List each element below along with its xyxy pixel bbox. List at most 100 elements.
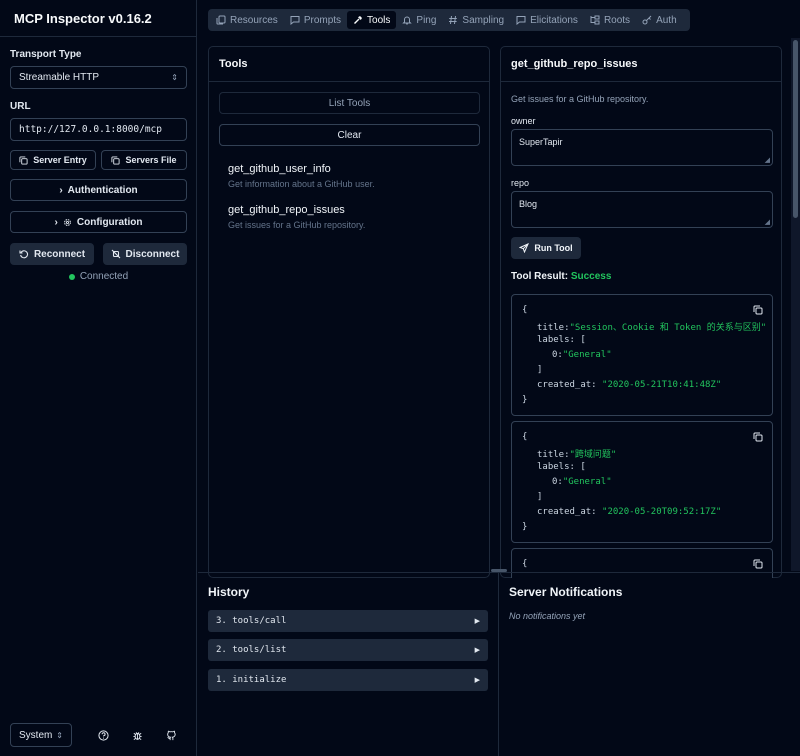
json-key: 0: [552,350,563,360]
server-entry-label: Server Entry [33,155,87,165]
json-bracket: [ [580,335,586,345]
configuration-toggle[interactable]: › Configuration [10,211,187,233]
transport-type-value: Streamable HTTP [19,72,100,83]
history-item[interactable]: 1. initialize ▶ [208,669,488,691]
theme-select[interactable]: System ⇕ [10,723,72,747]
tab-resources[interactable]: Resources [210,11,284,29]
bug-icon[interactable] [129,727,145,743]
json-line-labels: labels: [ [537,462,586,472]
chevron-up-down-icon: ⇕ [56,730,63,740]
json-value: "General" [562,477,612,487]
json-key: created_at: [537,507,597,517]
unplug-icon [111,249,120,259]
caret-right-icon: ▶ [474,677,480,684]
tab-roots[interactable]: Roots [584,11,636,29]
chevron-up-down-icon: ⇕ [171,73,178,82]
authentication-label: Authentication [67,184,138,196]
history-title: History [208,585,250,599]
tools-panel-title: Tools [209,47,489,82]
tab-label: Resources [230,14,278,26]
copy-icon[interactable] [753,558,763,572]
tool-result-heading: Tool Result: Success [511,271,611,282]
run-tool-button[interactable]: Run Tool [511,237,581,259]
tab-tools[interactable]: Tools [347,11,397,29]
copy-icon[interactable] [753,304,763,318]
tools-panel: Tools List Tools Clear get_github_user_i… [208,46,490,578]
server-notifications-panel: Server Notifications No notifications ye… [499,572,800,756]
json-key: created_at: [537,380,597,390]
gear-icon [63,218,71,226]
json-key: labels: [537,462,575,472]
files-icon [216,15,226,25]
tab-prompts[interactable]: Prompts [284,11,347,29]
connection-status: Connected [0,271,197,282]
theme-value: System [19,729,53,741]
copy-icon [111,155,121,165]
rotate-ccw-icon [19,250,28,259]
page-scrollbar[interactable] [791,38,800,571]
tab-elicitations[interactable]: Elicitations [510,11,584,29]
tool-list-item[interactable]: get_github_user_info Get information abo… [228,163,375,189]
servers-file-label: Servers File [125,155,177,165]
reconnect-label: Reconnect [33,248,86,260]
tab-label: Elicitations [530,14,578,26]
tab-sampling[interactable]: Sampling [442,11,510,29]
copy-icon[interactable] [753,431,763,445]
json-brace: { [522,432,528,442]
sidebar-footer: System ⇕ [0,723,197,748]
resize-grip-icon[interactable]: ◢ [765,218,770,226]
list-tools-label: List Tools [328,97,371,109]
repo-input[interactable]: Blog ◢ [511,191,773,228]
notifications-empty-text: No notifications yet [509,611,586,621]
tab-label: Prompts [303,14,342,26]
tab-label: Ping [416,14,437,26]
status-text: Connected [79,271,129,282]
run-tool-label: Run Tool [534,243,573,253]
json-line-created: created_at: "2020-05-21T10:41:48Z" [537,380,721,390]
help-icon[interactable] [95,727,111,743]
reconnect-button[interactable]: Reconnect [10,243,94,265]
owner-value: SuperTapir [519,137,563,147]
url-label: URL [10,101,31,112]
list-tools-button[interactable]: List Tools [219,92,480,114]
tab-label: Auth [656,14,677,26]
copy-icon [19,155,28,165]
url-input[interactable]: http://127.0.0.1:8000/mcp [10,118,187,141]
json-line-created: created_at: "2020-05-20T09:52:17Z" [537,507,721,517]
json-bracket: [ [580,462,586,472]
history-item[interactable]: 3. tools/call ▶ [208,610,488,632]
resize-grip-icon[interactable]: ◢ [765,156,770,164]
tab-auth[interactable]: Auth [636,11,683,29]
chevron-right-icon: › [59,184,63,196]
transport-type-select[interactable]: Streamable HTTP ⇕ [10,66,187,89]
json-value: "2020-05-21T10:41:48Z" [602,380,722,390]
main-tabs: Resources Prompts Tools Ping Sampling El… [208,9,690,31]
result-card: { title:"Session、Cookie 和 Token 的关系与区别" … [511,294,773,416]
json-brace: } [522,395,528,405]
scrollbar-thumb[interactable] [793,40,798,218]
github-icon[interactable] [163,727,179,743]
json-bracket: ] [537,492,543,502]
json-value: "Session、Cookie 和 Token 的关系与区别" [569,323,767,333]
json-value: "General" [562,350,612,360]
json-bracket: ] [537,365,543,375]
server-entry-button[interactable]: Server Entry [10,150,96,170]
tab-label: Sampling [462,14,505,26]
json-line-labels: labels: [ [537,335,586,345]
json-line-label-item: 0:"General" [552,350,612,360]
tab-ping[interactable]: Ping [396,11,442,29]
key-icon [642,15,652,25]
chevron-right-icon: › [54,216,58,228]
authentication-toggle[interactable]: › Authentication [10,179,187,201]
servers-file-button[interactable]: Servers File [101,150,187,170]
server-notifications-title: Server Notifications [509,585,623,599]
tab-label: Roots [603,14,631,26]
caret-right-icon: ▶ [474,618,480,625]
json-value: "2020-05-20T09:52:17Z" [602,507,722,517]
history-item[interactable]: 2. tools/list ▶ [208,639,488,661]
tool-list-item[interactable]: get_github_repo_issues Get issues for a … [228,204,365,230]
message-square-icon [290,16,300,25]
owner-input[interactable]: SuperTapir ◢ [511,129,773,166]
clear-button[interactable]: Clear [219,124,480,146]
disconnect-button[interactable]: Disconnect [103,243,187,265]
